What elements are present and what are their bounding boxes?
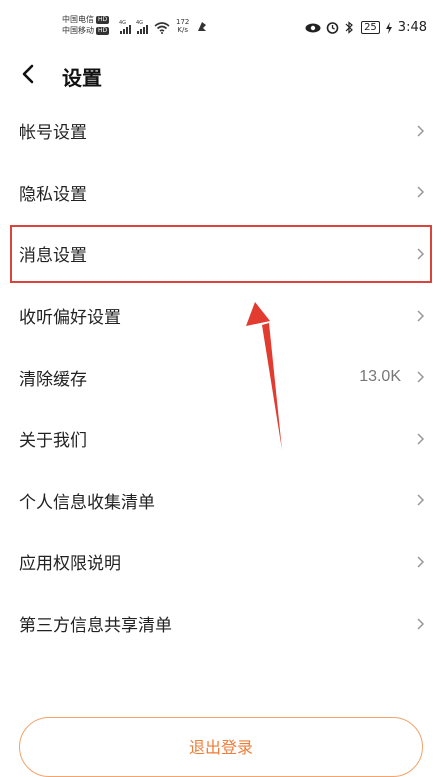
list-item-label: 应用权限说明 [19,554,121,575]
settings-item-listening-preference[interactable]: 收听偏好设置 [0,285,441,347]
chevron-right-icon [417,618,425,630]
list-item-label: 个人信息收集清单 [19,492,155,513]
hd-badge: HD [96,15,110,24]
settings-item-account[interactable]: 帐号设置 [0,100,441,162]
chevron-right-icon [417,556,425,568]
app-notification-icon [198,22,207,31]
list-item-label: 关于我们 [19,431,87,452]
chevron-right-icon [417,125,425,137]
carrier-2: 中国移动 [62,26,94,35]
signal-icon: 4G [119,20,131,34]
signal-icon: 4G [136,20,148,34]
chevron-right-icon [417,494,425,506]
header-bar: 设置 [0,52,441,96]
back-button[interactable] [14,60,42,88]
list-item-label: 收听偏好设置 [19,308,121,329]
signal-indicators: 4G 4G 172 K/s [119,18,209,34]
hd-badge: HD [96,26,110,35]
logout-button[interactable]: 退出登录 [19,717,423,777]
settings-item-privacy[interactable]: 隐私设置 [0,162,441,224]
battery-indicator: 25 [361,21,380,34]
carrier-info: 中国电信 HD 中国移动 HD [62,14,110,36]
settings-list: 帐号设置 隐私设置 消息设置 收听偏好设置 清除缓存 13.0K 关于我们 个人… [0,100,441,654]
network-speed: 172 K/s [176,18,190,34]
settings-item-message[interactable]: 消息设置 [0,223,441,285]
bluetooth-vibrate-icon [345,21,353,34]
settings-item-clear-cache[interactable]: 清除缓存 13.0K [0,346,441,408]
settings-item-personal-info-list[interactable]: 个人信息收集清单 [0,470,441,532]
chevron-right-icon [417,433,425,445]
carrier-1: 中国电信 [62,15,94,24]
clock: 3:48 [397,20,427,35]
list-item-label: 隐私设置 [19,184,87,205]
list-item-label: 第三方信息共享清单 [19,616,172,637]
chevron-left-icon [22,64,34,84]
chevron-right-icon [417,371,425,383]
cache-size-value: 13.0K [359,368,401,386]
chevron-right-icon [417,310,425,322]
wifi-icon [154,22,170,34]
page-title: 设置 [62,66,102,90]
settings-item-about-us[interactable]: 关于我们 [0,408,441,470]
system-icons: 25 3:48 [305,20,427,35]
list-item-label: 帐号设置 [19,123,87,144]
settings-item-app-permissions[interactable]: 应用权限说明 [0,531,441,593]
settings-item-third-party-sharing[interactable]: 第三方信息共享清单 [0,593,441,655]
chevron-right-icon [417,186,425,198]
eye-icon [305,23,321,32]
status-bar: 中国电信 HD 中国移动 HD 4G 4G 172 K/s 25 3:48 [0,0,441,46]
chevron-right-icon [417,248,425,260]
list-item-label: 消息设置 [19,246,87,267]
alarm-icon [326,22,339,34]
list-item-label: 清除缓存 [19,369,87,390]
charging-icon [385,21,392,34]
